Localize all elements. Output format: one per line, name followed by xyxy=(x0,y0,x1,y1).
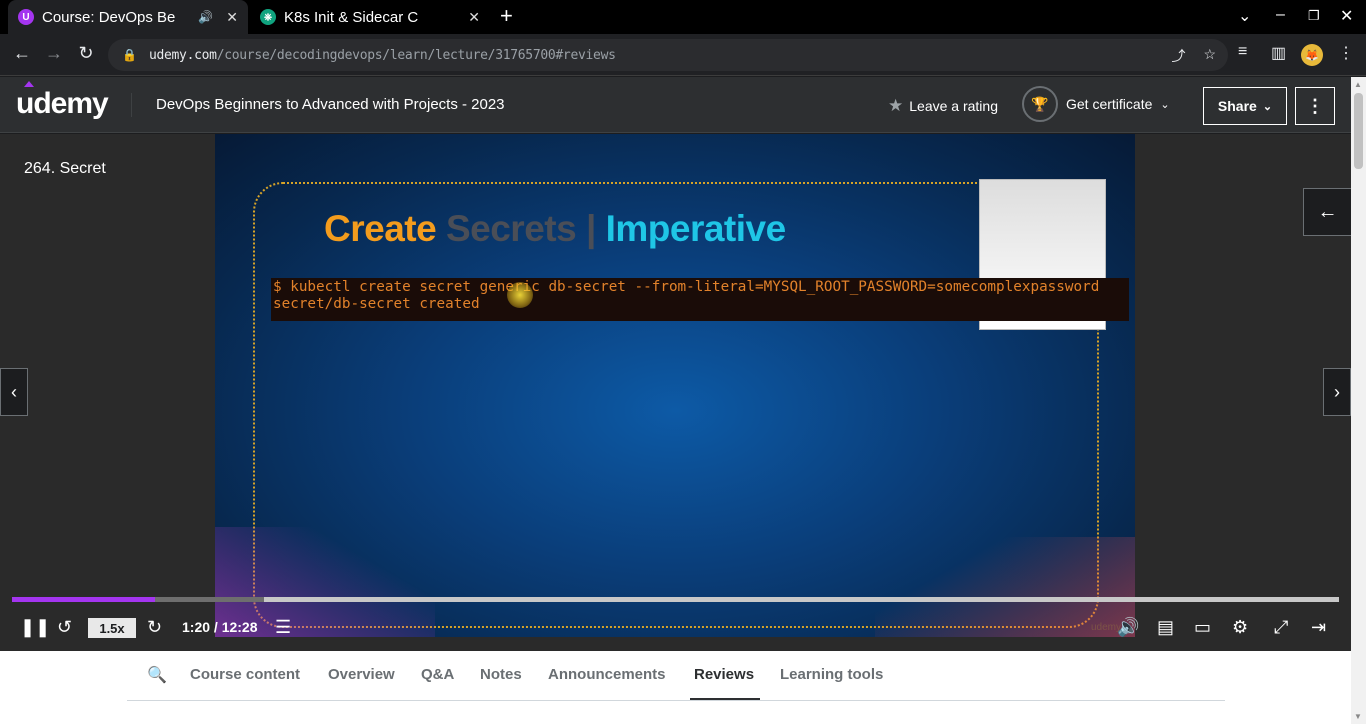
tab-course-content[interactable]: Course content xyxy=(190,666,300,683)
search-icon[interactable]: 🔍 xyxy=(147,665,167,685)
chevron-right-icon: › xyxy=(1334,381,1340,402)
profile-avatar[interactable]: 🦊 xyxy=(1301,44,1323,66)
next-lecture-button[interactable]: › xyxy=(1323,368,1351,416)
heading-secrets: Secrets | xyxy=(445,208,596,249)
scroll-up-icon[interactable]: ▲ xyxy=(1354,80,1362,89)
played-bar xyxy=(12,597,156,602)
avatar-icon: 🦊 xyxy=(1301,44,1323,66)
video-frame[interactable]: Create Secrets | Imperative $ kubectl cr… xyxy=(215,134,1135,637)
share-page-icon[interactable]: ⤴ xyxy=(1171,46,1185,66)
course-tabs: 🔍 Course content Overview Q&A Notes Anno… xyxy=(127,651,1225,701)
tab-title: K8s Init & Sidecar C xyxy=(284,8,419,26)
get-certificate-button[interactable]: 🏆 Get certificate ⌄ xyxy=(1022,86,1170,122)
url-domain: udemy.com xyxy=(148,47,217,63)
command-line: $ kubectl create secret generic db-secre… xyxy=(273,279,1100,295)
header-divider xyxy=(131,93,132,117)
chevron-down-icon: ⌄ xyxy=(1160,98,1170,111)
tab-announcements[interactable]: Announcements xyxy=(548,666,666,683)
cursor-highlight xyxy=(507,282,533,308)
heading-imperative: Imperative xyxy=(605,208,787,249)
player-controls: ❚❚ ↺ 1.5x ↻ 1:20 / 12:28 ☰ 🔊 ▤ ▭ ⚙ ⤢ ⇥ xyxy=(0,609,1351,649)
terminal-command: $ kubectl create secret generic db-secre… xyxy=(271,278,1129,321)
slide-heading: Create Secrets | Imperative xyxy=(324,208,786,250)
url-input[interactable]: 🔒 udemy.com/course/decodingdevops/learn/… xyxy=(108,39,1228,71)
command-output: secret/db-secret created xyxy=(273,296,480,312)
lock-icon[interactable]: 🔒 xyxy=(122,48,137,62)
logo-hat-icon xyxy=(24,81,34,87)
share-button[interactable]: Share ⌄ xyxy=(1203,87,1287,125)
previous-lecture-button[interactable]: ‹ xyxy=(0,368,28,416)
certificate-label: Get certificate xyxy=(1066,96,1153,112)
lecture-title: 264. Secret xyxy=(24,160,106,177)
leave-rating-button[interactable]: ★ Leave a rating xyxy=(888,96,998,116)
share-label: Share xyxy=(1217,98,1257,114)
tab-overview[interactable]: Overview xyxy=(328,666,395,683)
arrow-left-icon: ← xyxy=(1317,200,1338,223)
star-icon: ★ xyxy=(888,96,904,115)
audio-playing-icon[interactable]: 🔊 xyxy=(198,10,213,24)
tab-reviews[interactable]: Reviews xyxy=(694,666,754,683)
video-progress-bar[interactable] xyxy=(12,597,1339,602)
captions-icon[interactable]: ▭ xyxy=(1194,617,1211,638)
reading-list-icon[interactable]: ≡ xyxy=(1238,43,1247,61)
scrollbar-thumb[interactable] xyxy=(1354,93,1363,169)
rewind-5-icon[interactable]: ↺ xyxy=(57,617,72,638)
new-tab-icon[interactable]: + xyxy=(500,3,513,29)
chevron-left-icon: ‹ xyxy=(11,381,17,402)
course-title[interactable]: DevOps Beginners to Advanced with Projec… xyxy=(156,96,505,113)
settings-gear-icon[interactable]: ⚙ xyxy=(1232,617,1248,638)
chatgpt-favicon-icon: ⎈ xyxy=(260,9,276,25)
side-panel-icon[interactable]: ▥ xyxy=(1271,43,1286,63)
bookmark-star-icon[interactable]: ☆ xyxy=(1203,46,1216,66)
forward-5-icon[interactable]: ↻ xyxy=(147,617,162,638)
video-player[interactable]: 264. Secret Create Secrets | Imperative … xyxy=(0,134,1351,651)
page-scrollbar[interactable]: ▲ ▼ xyxy=(1351,77,1366,724)
reload-icon[interactable]: ↻ xyxy=(74,43,98,64)
course-header: udemy DevOps Beginners to Advanced with … xyxy=(0,77,1351,133)
rate-label: Leave a rating xyxy=(909,98,998,114)
expand-sidebar-button[interactable]: ← xyxy=(1303,188,1351,236)
udemy-favicon-icon: U xyxy=(18,9,34,25)
close-window-icon[interactable]: ✕ xyxy=(1340,6,1353,26)
course-tabs-area: 🔍 Course content Overview Q&A Notes Anno… xyxy=(0,651,1351,724)
url-path: /course/decodingdevops/learn/lecture/317… xyxy=(216,47,616,63)
trophy-icon: 🏆 xyxy=(1022,86,1058,122)
restore-icon[interactable]: ❐ xyxy=(1308,8,1320,24)
more-options-button[interactable]: ⋮ xyxy=(1295,87,1335,125)
tab-qa[interactable]: Q&A xyxy=(421,666,454,683)
chevron-down-icon: ⌄ xyxy=(1262,100,1273,113)
active-tab-indicator xyxy=(690,698,760,700)
address-bar: ← → ↻ 🔒 udemy.com/course/decodingdevops/… xyxy=(0,34,1366,76)
back-icon[interactable]: ← xyxy=(10,43,34,64)
logo-text: udemy xyxy=(16,87,109,120)
volume-icon[interactable]: 🔊 xyxy=(1117,617,1139,638)
udemy-logo[interactable]: udemy xyxy=(16,81,109,121)
fullscreen-icon[interactable]: ⤢ xyxy=(1274,617,1288,638)
tab-notes[interactable]: Notes xyxy=(480,666,522,683)
playback-speed-button[interactable]: 1.5x xyxy=(88,618,136,638)
browser-menu-icon[interactable]: ⋮ xyxy=(1338,43,1354,63)
tab-learning-tools[interactable]: Learning tools xyxy=(780,666,883,683)
forward-icon[interactable]: → xyxy=(42,43,66,64)
more-vertical-icon: ⋮ xyxy=(1306,95,1324,116)
heading-create: Create xyxy=(324,208,437,249)
time-display: 1:20 / 12:28 xyxy=(182,619,258,635)
browser-tabbar: U Course: DevOps Be 🔊 ✕ ⎈ K8s Init & Sid… xyxy=(0,0,1366,34)
pause-icon[interactable]: ❚❚ xyxy=(20,617,50,638)
browser-tab-course[interactable]: U Course: DevOps Be 🔊 ✕ xyxy=(8,0,248,34)
minimize-icon[interactable]: – xyxy=(1276,6,1285,24)
tab-search-icon[interactable]: ⌄ xyxy=(1238,6,1251,26)
close-tab-icon[interactable]: ✕ xyxy=(468,9,480,26)
transcript-icon[interactable]: ▤ xyxy=(1157,617,1174,638)
scroll-down-icon[interactable]: ▼ xyxy=(1354,712,1362,721)
browser-tab-k8s[interactable]: ⎈ K8s Init & Sidecar C ✕ xyxy=(250,0,490,34)
add-note-icon[interactable]: ☰ xyxy=(275,617,291,638)
close-tab-icon[interactable]: ✕ xyxy=(226,9,238,26)
tab-title: Course: DevOps Be xyxy=(42,8,176,26)
theater-mode-icon[interactable]: ⇥ xyxy=(1311,617,1326,638)
